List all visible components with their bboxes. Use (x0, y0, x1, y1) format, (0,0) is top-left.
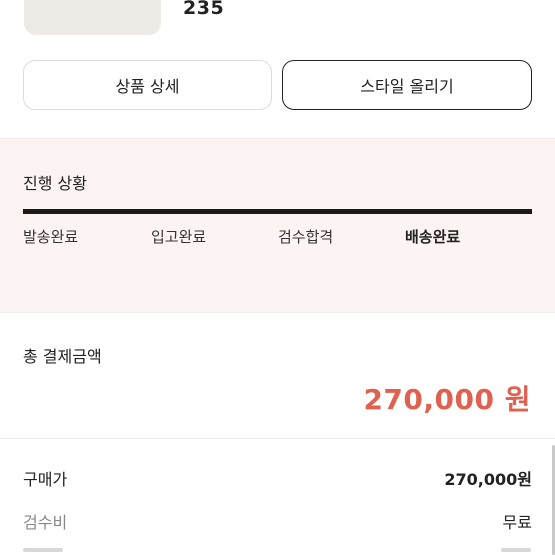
next-row-label-cut (23, 548, 63, 552)
product-detail-button[interactable]: 상품 상세 (23, 60, 272, 110)
inspection-fee-value: 무료 (502, 513, 532, 532)
upload-style-button[interactable]: 스타일 올리기 (282, 60, 532, 110)
progress-title: 진행 상황 (23, 174, 87, 193)
divider (0, 438, 555, 439)
product-size: 235 (183, 0, 225, 19)
progress-bar (23, 209, 532, 214)
total-payment-amount: 270,000 원 (363, 383, 531, 416)
total-payment-label: 총 결제금액 (23, 347, 102, 366)
purchase-price-label: 구매가 (23, 470, 68, 489)
inspection-fee-row: 검수비 무료 (23, 509, 532, 533)
purchase-price-row: 구매가 270,000원 (23, 466, 532, 490)
purchase-price-value: 270,000원 (444, 470, 532, 489)
divider (0, 312, 555, 313)
progress-step-shipped: 발송완료 (23, 228, 79, 246)
next-row-value-cut (501, 548, 531, 552)
progress-section: 진행 상황 발송완료 입고완료 검수합격 배송완료 (0, 139, 555, 312)
inspection-fee-label: 검수비 (23, 513, 68, 532)
progress-step-received: 입고완료 (151, 228, 207, 246)
product-thumbnail (24, 0, 161, 35)
progress-step-delivered: 배송완료 (405, 228, 461, 246)
progress-step-inspection-passed: 검수합격 (278, 228, 334, 246)
